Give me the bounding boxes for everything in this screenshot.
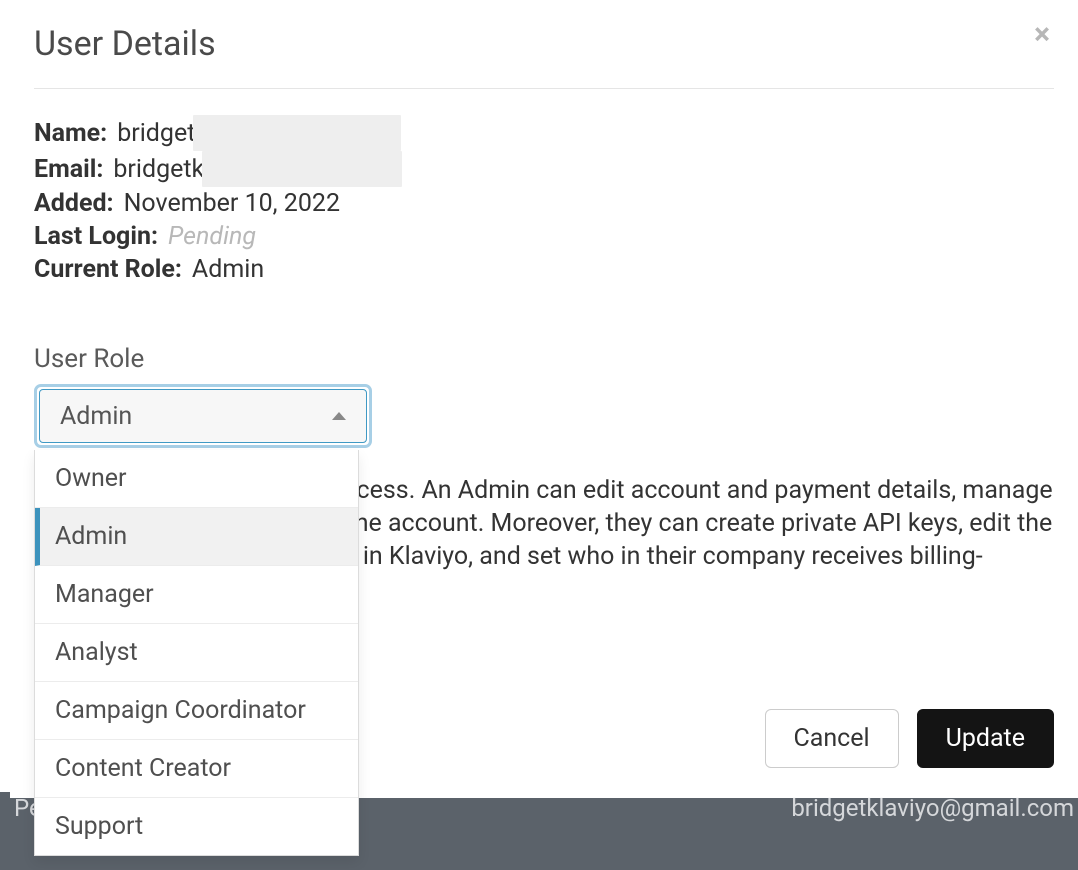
role-option-manager[interactable]: Manager bbox=[35, 566, 358, 624]
name-value: bridget bbox=[117, 117, 195, 150]
redacted-name-block bbox=[193, 115, 401, 151]
name-label: Name: bbox=[34, 117, 107, 150]
role-option-analyst[interactable]: Analyst bbox=[35, 624, 358, 682]
user-details-block: Name: bridget Email: bridgetk Added: Nov… bbox=[34, 115, 1054, 286]
modal-title: User Details bbox=[34, 24, 216, 64]
backdrop-right-email: bridgetklaviyo@gmail.com bbox=[791, 794, 1074, 822]
role-option-support[interactable]: Support bbox=[35, 798, 358, 855]
user-role-select[interactable]: Admin bbox=[39, 389, 367, 443]
role-option-campaign-coordinator[interactable]: Campaign Coordinator bbox=[35, 682, 358, 740]
current-role-label: Current Role: bbox=[34, 253, 182, 286]
added-label: Added: bbox=[34, 187, 114, 220]
detail-row-name: Name: bridget bbox=[34, 115, 1054, 151]
current-role-value: Admin bbox=[192, 253, 264, 286]
user-role-section-label: User Role bbox=[34, 344, 1054, 374]
select-focus-ring: Admin bbox=[34, 384, 372, 448]
user-role-select-wrap: Admin Owner Admin Manager Analyst Campai… bbox=[34, 384, 372, 448]
role-dropdown: Owner Admin Manager Analyst Campaign Coo… bbox=[34, 450, 359, 856]
added-value: November 10, 2022 bbox=[124, 187, 340, 220]
last-login-label: Last Login: bbox=[34, 220, 158, 253]
detail-row-added: Added: November 10, 2022 bbox=[34, 187, 1054, 220]
select-selected-value: Admin bbox=[60, 402, 132, 431]
role-option-admin[interactable]: Admin bbox=[35, 508, 358, 566]
role-option-owner[interactable]: Owner bbox=[35, 450, 358, 508]
cancel-button[interactable]: Cancel bbox=[765, 709, 899, 768]
update-button[interactable]: Update bbox=[917, 709, 1054, 768]
caret-up-icon bbox=[332, 412, 346, 420]
role-option-content-creator[interactable]: Content Creator bbox=[35, 740, 358, 798]
email-label: Email: bbox=[34, 153, 103, 186]
detail-row-email: Email: bridgetk bbox=[34, 151, 1054, 187]
detail-row-last-login: Last Login: Pending bbox=[34, 220, 1054, 253]
user-details-modal: User Details × Name: bridget Email: brid… bbox=[10, 0, 1078, 798]
close-icon[interactable]: × bbox=[1034, 24, 1054, 45]
email-value: bridgetk bbox=[113, 153, 204, 186]
modal-header: User Details × bbox=[34, 24, 1054, 89]
redacted-email-block bbox=[202, 151, 402, 187]
detail-row-current-role: Current Role: Admin bbox=[34, 253, 1054, 286]
last-login-value: Pending bbox=[168, 220, 256, 253]
